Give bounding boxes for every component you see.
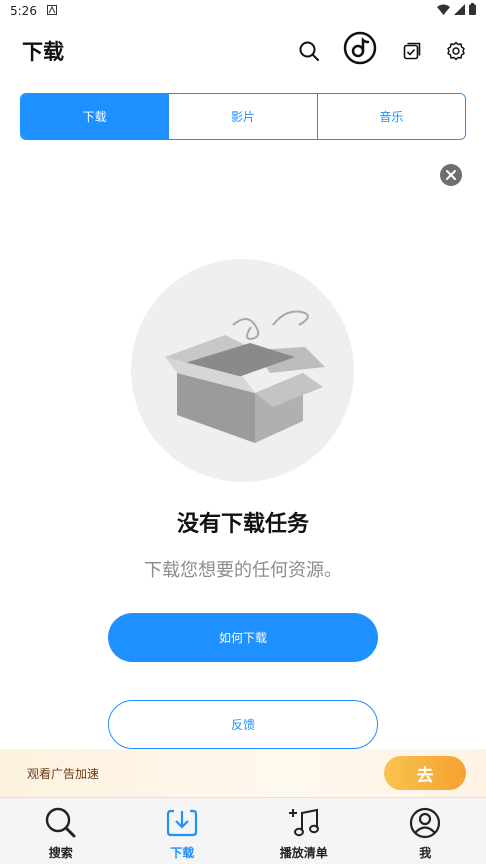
ad-banner-text: 观看广告加速 [27, 767, 100, 781]
task-check-icon[interactable] [397, 36, 427, 66]
profile-icon [408, 807, 442, 843]
tab-music[interactable]: 音乐 [316, 94, 465, 139]
tab-download[interactable]: 下载 [21, 94, 169, 139]
close-button[interactable] [440, 164, 462, 186]
bottom-nav: 搜索 下载 播放清单 我 [0, 797, 486, 864]
app-bar: 下载 [0, 22, 486, 78]
status-bar: 5:26 [0, 0, 486, 22]
empty-subtitle: 下载您想要的任何资源。 [144, 560, 342, 581]
tab-movies[interactable]: 影片 [168, 94, 317, 139]
feedback-button[interactable]: 反馈 [108, 700, 378, 749]
nav-item-playlist[interactable]: 播放清单 [243, 798, 365, 864]
nav-item-download[interactable]: 下载 [122, 798, 244, 864]
how-to-download-button[interactable]: 如何下载 [108, 613, 378, 662]
status-time: 5:26 [10, 4, 37, 18]
ad-go-button[interactable]: 去 [384, 756, 466, 790]
settings-gear-icon[interactable] [441, 36, 471, 66]
empty-title: 没有下载任务 [176, 512, 309, 537]
nav-item-profile[interactable]: 我 [365, 798, 486, 864]
segment-tabs: 下载 影片 音乐 [20, 93, 466, 140]
page-title: 下载 [22, 40, 64, 64]
download-icon [165, 807, 199, 843]
nav-item-search[interactable]: 搜索 [0, 798, 122, 864]
close-icon [445, 166, 457, 185]
wifi-icon [437, 4, 450, 18]
empty-box-icon [165, 310, 325, 443]
nav-label-download: 下载 [170, 846, 195, 860]
search-icon[interactable] [294, 36, 324, 66]
nav-label-playlist: 播放清单 [279, 846, 328, 860]
nav-label-search: 搜索 [48, 846, 73, 860]
playlist-icon [287, 807, 321, 843]
signal-icon [454, 3, 465, 18]
battery-icon [469, 3, 476, 18]
notification-icon [46, 4, 57, 18]
search-icon [44, 807, 78, 843]
music-disc-icon[interactable] [343, 31, 377, 65]
nav-label-profile: 我 [419, 846, 432, 860]
